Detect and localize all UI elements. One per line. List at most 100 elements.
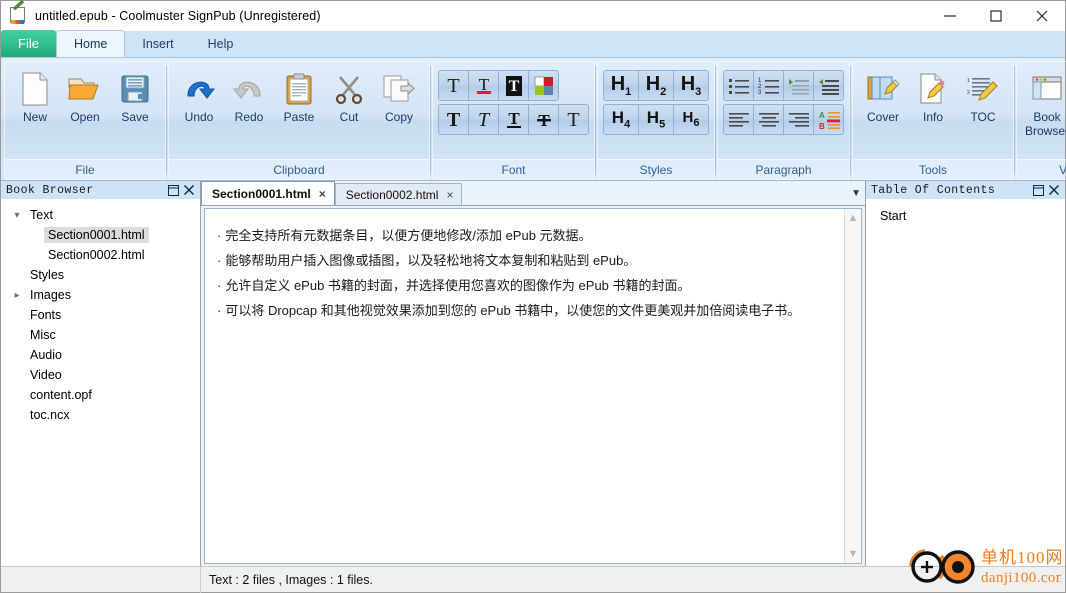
- decrease-indent-icon[interactable]: [813, 70, 844, 101]
- float-panel-icon[interactable]: [1030, 182, 1046, 198]
- svg-text:B: B: [819, 122, 825, 130]
- content-text: 允许自定义 ePub 书籍的封面，并选择使用您喜欢的图像作为 ePub 书籍的封…: [225, 278, 691, 293]
- tree-item-content-opf[interactable]: content.opf: [2, 385, 199, 405]
- italic-text-icon[interactable]: T: [468, 104, 499, 135]
- toc-list[interactable]: Start: [866, 200, 1065, 566]
- window-title: untitled.epub - Coolmuster SignPub (Unre…: [35, 9, 321, 23]
- toc-header: Table Of Contents: [866, 181, 1065, 200]
- ribbon-group-view: Book Browser 1.2.3. Table of Contents Vi…: [1016, 61, 1066, 180]
- close-panel-icon[interactable]: [181, 182, 197, 198]
- strikethrough-text-icon[interactable]: T: [528, 104, 559, 135]
- tab-insert[interactable]: Insert: [125, 31, 190, 57]
- new-button[interactable]: New: [10, 65, 60, 125]
- heading-5-icon[interactable]: H5: [638, 104, 674, 135]
- underline-color-icon[interactable]: T: [468, 70, 499, 101]
- toc-item-start[interactable]: Start: [880, 206, 1065, 226]
- heading-4-icon[interactable]: H4: [603, 104, 639, 135]
- ribbon-group-clipboard: Undo Redo Paste Cut Copy Clipboard: [168, 61, 431, 180]
- undo-button[interactable]: Undo: [174, 65, 224, 125]
- align-left-icon[interactable]: [723, 104, 754, 135]
- work-area: Book Browser ▾ Text Section0001.html Sec…: [1, 181, 1065, 566]
- epub-document-icon: [9, 0, 27, 25]
- tree-item-video[interactable]: Video: [2, 365, 199, 385]
- tree-item-fonts[interactable]: Fonts: [2, 305, 199, 325]
- book-cover-edit-icon: [867, 71, 899, 107]
- floppy-disk-icon: [120, 71, 150, 107]
- group-label-paragraph: Paragraph: [718, 159, 849, 179]
- content-line: · 可以将 Dropcap 和其他视觉效果添加到您的 ePub 书籍中，以使您的文…: [217, 298, 834, 323]
- numbered-list-icon[interactable]: 123: [753, 70, 784, 101]
- increase-indent-icon[interactable]: [783, 70, 814, 101]
- open-folder-icon: [68, 71, 102, 107]
- doc-tab-section0001[interactable]: Section0001.html ×: [201, 181, 335, 205]
- title-bar: untitled.epub - Coolmuster SignPub (Unre…: [1, 0, 1065, 31]
- toc-title: Table Of Contents: [871, 183, 996, 197]
- close-icon[interactable]: [1019, 1, 1065, 31]
- group-label-tools: Tools: [853, 159, 1013, 179]
- scissors-icon: [335, 71, 363, 107]
- scroll-down-arrow-icon[interactable]: ▼: [848, 548, 859, 560]
- cover-button[interactable]: Cover: [858, 65, 908, 125]
- svg-text:T: T: [508, 109, 520, 128]
- heading-6-icon[interactable]: H6: [673, 104, 709, 135]
- align-right-icon[interactable]: [783, 104, 814, 135]
- heading-2-icon[interactable]: H2: [638, 70, 674, 101]
- save-label: Save: [121, 110, 149, 124]
- copy-button[interactable]: Copy: [374, 65, 424, 125]
- save-button[interactable]: Save: [110, 65, 160, 125]
- redo-button[interactable]: Redo: [224, 65, 274, 125]
- tree-item-styles[interactable]: Styles: [2, 265, 199, 285]
- paste-button[interactable]: Paste: [274, 65, 324, 125]
- info-button[interactable]: Info: [908, 65, 958, 125]
- bold-icon[interactable]: T: [438, 70, 469, 101]
- open-button[interactable]: Open: [60, 65, 110, 125]
- float-panel-icon[interactable]: [165, 182, 181, 198]
- tree-item-section0001[interactable]: Section0001.html: [2, 225, 199, 245]
- scroll-up-arrow-icon[interactable]: ▲: [848, 212, 859, 224]
- bullet-marker: ·: [217, 253, 222, 268]
- info-label: Info: [922, 110, 943, 124]
- highlight-icon[interactable]: T: [498, 70, 529, 101]
- group-label-clipboard: Clipboard: [169, 159, 429, 179]
- text-color-swatch-icon[interactable]: [528, 70, 559, 101]
- maximize-icon[interactable]: [973, 1, 1019, 31]
- tab-file[interactable]: File: [1, 30, 56, 57]
- doc-tab-close-icon[interactable]: ×: [446, 188, 453, 202]
- align-center-icon[interactable]: [753, 104, 784, 135]
- open-label: Open: [70, 110, 100, 124]
- clipboard-icon: [286, 71, 312, 107]
- svg-text:3: 3: [758, 90, 762, 96]
- book-browser-tree[interactable]: ▾ Text Section0001.html Section0002.html…: [1, 200, 200, 566]
- doc-tab-section0002[interactable]: Section0002.html ×: [334, 183, 463, 205]
- cut-label: Cut: [339, 110, 359, 124]
- bold-text-icon[interactable]: T: [438, 104, 469, 135]
- doc-tab-close-icon[interactable]: ×: [319, 187, 326, 201]
- tab-overflow-icon[interactable]: ▼: [851, 181, 861, 206]
- heading-1-icon[interactable]: H1: [603, 70, 639, 101]
- heading-3-icon[interactable]: H3: [673, 70, 709, 101]
- editor-vertical-scrollbar[interactable]: ▲ ▼: [844, 209, 861, 563]
- tree-item-misc[interactable]: Misc: [2, 325, 199, 345]
- chevron-right-icon[interactable]: ▸: [8, 290, 26, 301]
- tree-item-text[interactable]: ▾ Text: [2, 205, 199, 225]
- group-label-file: File: [5, 159, 165, 179]
- document-content[interactable]: · 完全支持所有元数据条目，以便方便地修改/添加 ePub 元数据。 · 能够帮助用…: [205, 209, 844, 563]
- minimize-icon[interactable]: [927, 1, 973, 31]
- tree-item-audio[interactable]: Audio: [2, 345, 199, 365]
- tab-home[interactable]: Home: [56, 30, 126, 57]
- tree-item-toc-ncx[interactable]: toc.ncx: [2, 405, 199, 425]
- tree-item-images[interactable]: ▸ Images: [2, 285, 199, 305]
- close-panel-icon[interactable]: [1046, 182, 1062, 198]
- toc-button[interactable]: 1 2 TOC: [958, 65, 1008, 125]
- tab-help[interactable]: Help: [191, 31, 251, 57]
- book-browser-panel: Book Browser ▾ Text Section0001.html Sec…: [1, 181, 201, 566]
- book-browser-button[interactable]: Book Browser: [1022, 65, 1066, 139]
- plain-text-icon[interactable]: T: [558, 104, 589, 135]
- chevron-down-icon[interactable]: ▾: [8, 210, 26, 221]
- bullet-list-icon[interactable]: [723, 70, 754, 101]
- format-styles-icon[interactable]: A B: [813, 104, 844, 135]
- cut-button[interactable]: Cut: [324, 65, 374, 125]
- tree-item-section0002[interactable]: Section0002.html: [2, 245, 199, 265]
- doc-tab-label: Section0002.html: [345, 187, 439, 202]
- underline-text-icon[interactable]: T: [498, 104, 529, 135]
